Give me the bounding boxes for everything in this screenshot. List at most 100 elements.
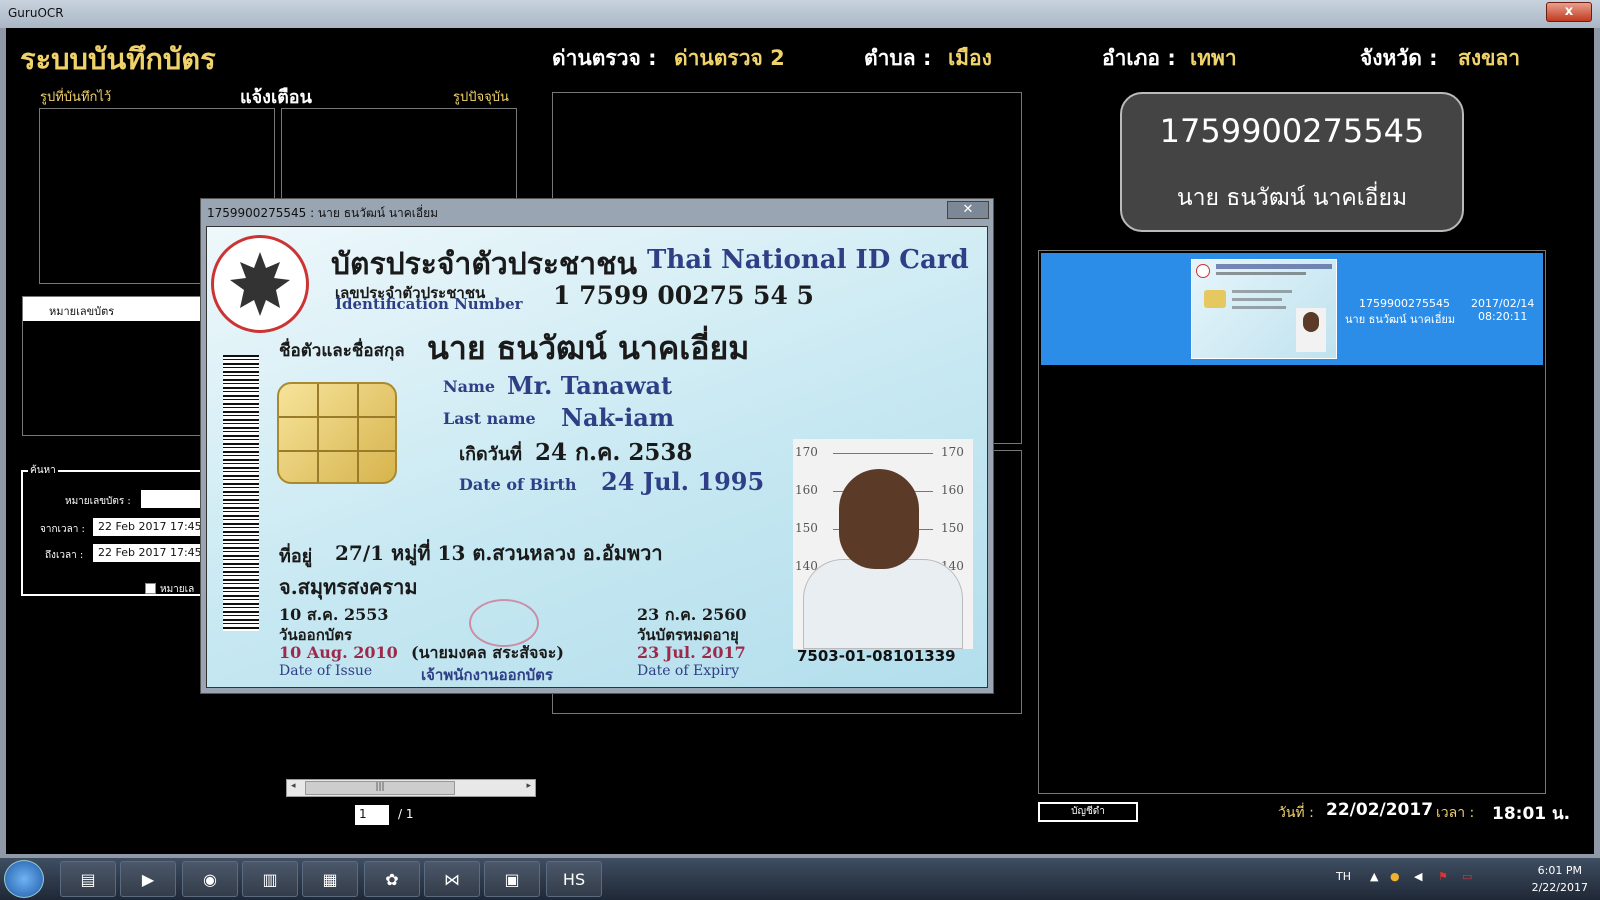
chart-app-icon[interactable]: ▥	[242, 861, 298, 897]
lastname-label-english: Last name	[443, 409, 536, 428]
title-bar: GuruOCR x	[0, 0, 1600, 28]
to-time-label: ถึงเวลา :	[45, 550, 84, 561]
address-line2: จ.สมุทรสงคราม	[279, 575, 418, 599]
idno-label-english: Identification Number	[335, 295, 523, 313]
card-title-english: Thai National ID Card	[647, 245, 969, 275]
photo-shirt	[803, 559, 963, 649]
blacklist-button[interactable]: บัญชีดำ	[1038, 802, 1138, 822]
page-number-input[interactable]: 1	[355, 805, 389, 825]
page-total: / 1	[398, 807, 414, 821]
search-legend: ค้นหา	[28, 463, 58, 478]
district-label: อำเภอ :	[1102, 46, 1176, 70]
issue-label-english: Date of Issue	[279, 663, 373, 679]
official-seal-icon	[469, 599, 539, 647]
system-clock[interactable]: 6:01 PM 2/22/2017	[1532, 862, 1588, 896]
checkpoint-label: ด่านตรวจ :	[552, 46, 657, 70]
page-title: ระบบบันทึกบัตร	[20, 42, 216, 76]
window-close-button[interactable]: x	[1546, 2, 1592, 22]
height-mark: 160	[795, 483, 818, 497]
document-icon[interactable]: ▣	[484, 861, 540, 897]
clock-date: 2/22/2017	[1531, 881, 1588, 894]
apps-grid-icon[interactable]: ▦	[302, 861, 358, 897]
time-value: 18:01 น.	[1492, 804, 1571, 824]
current-photo-label: รูปปัจจุบัน	[453, 90, 509, 105]
height-mark: 150	[941, 521, 964, 535]
action-center-flag-icon[interactable]: ⚑	[1438, 870, 1448, 883]
province-value: สงขลา	[1458, 46, 1521, 70]
language-indicator[interactable]: TH	[1336, 870, 1351, 883]
id-number: 1 7599 00275 54 5	[553, 281, 814, 310]
from-time-input[interactable]: 22 Feb 2017 17:45	[93, 518, 213, 536]
checkbox-label: หมายเล	[160, 584, 195, 595]
name-label-english: Name	[443, 377, 496, 396]
id-photo: 170 160 150 140 170 160 150 140	[793, 439, 973, 649]
height-mark: 170	[941, 445, 964, 459]
scroll-thumb[interactable]: |||	[305, 781, 455, 795]
garuda-emblem-icon	[211, 235, 309, 333]
idcard-panel-header: หมายเลขบัตร	[23, 297, 201, 321]
start-button-icon[interactable]	[4, 860, 44, 898]
district-value: เทพา	[1190, 46, 1237, 70]
list-item-id: 1759900275545	[1359, 297, 1450, 310]
officer-title: เจ้าพนักงานออกบัตร	[421, 666, 553, 684]
network-icon[interactable]: ▭	[1462, 870, 1472, 883]
id-card-dialog: 1759900275545 : นาย ธนวัฒน์ นาคเอี่ยม ✕ …	[200, 198, 994, 694]
time-label: เวลา :	[1436, 805, 1475, 821]
date-value: 22/02/2017	[1326, 800, 1434, 820]
id-display-name: นาย ธนวัฒน์ นาคเอี่ยม	[1176, 185, 1408, 211]
dialog-close-button[interactable]: ✕	[947, 201, 989, 219]
province-label: จังหวัด :	[1360, 46, 1438, 70]
saved-photo-label: รูปที่บันทึกไว้	[40, 90, 112, 105]
name-thai: นาย ธนวัฒน์ นาคเอี่ยม	[427, 329, 750, 367]
address-label: ที่อยู่	[279, 546, 313, 567]
barcode	[223, 355, 259, 631]
chrome-icon[interactable]: ◉	[182, 861, 238, 897]
dob-label-thai: เกิดวันที่	[459, 444, 523, 465]
lastname-english: Nak-iam	[561, 403, 675, 432]
to-time-input[interactable]: 22 Feb 2017 17:45	[93, 544, 213, 562]
scroll-left-icon[interactable]: ◂	[291, 781, 296, 791]
volume-icon[interactable]: ◀	[1414, 870, 1422, 883]
issue-date-english: 10 Aug. 2010	[279, 643, 398, 662]
id-display-number: 1759900275545	[1159, 112, 1425, 150]
id-card-image: บัตรประจำตัวประชาชน Thai National ID Car…	[206, 226, 988, 688]
card-serial: 7503-01-08101339	[797, 647, 956, 665]
warning-label: แจ้งเตือน	[240, 87, 312, 108]
subdistrict-value: เมือง	[948, 46, 992, 70]
list-item[interactable]: 1759900275545 นาย ธนวัฒน์ นาคเอี่ยม 2017…	[1041, 253, 1543, 365]
list-item-name: นาย ธนวัฒน์ นาคเอี่ยม	[1345, 313, 1456, 326]
height-mark: 150	[795, 521, 818, 535]
search-group: ค้นหา หมายเลขบัตร : จากเวลา : 22 Feb 201…	[21, 463, 261, 596]
settings-icon[interactable]: ✿	[364, 861, 420, 897]
address-line1: 27/1 หมู่ที่ 13 ต.สวนหลวง อ.อัมพวา	[335, 541, 663, 565]
card-thumbnail	[1191, 259, 1337, 359]
dialog-title: 1759900275545 : นาย ธนวัฒน์ นาคเอี่ยม	[207, 206, 439, 220]
from-time-label: จากเวลา :	[40, 524, 85, 535]
taskbar: ▤ ▶ ◉ ▥ ▦ ✿ ⋈ ▣ HS TH ▲ ● ◀ ⚑ ▭ 6:01 PM …	[0, 858, 1600, 900]
expiry-label-english: Date of Expiry	[637, 663, 740, 679]
record-list: 1759900275545 นาย ธนวัฒน์ นาคเอี่ยม 2017…	[1038, 250, 1546, 794]
visual-studio-icon[interactable]: ⋈	[424, 861, 480, 897]
tray-app-icon[interactable]: ●	[1390, 870, 1400, 883]
list-item-time: 08:20:11	[1478, 310, 1528, 323]
file-explorer-icon[interactable]: ▤	[60, 861, 116, 897]
window-title: GuruOCR	[8, 6, 64, 20]
date-label: วันที่ :	[1278, 805, 1314, 821]
id-display-panel: 1759900275545 นาย ธนวัฒน์ นาคเอี่ยม	[1120, 92, 1464, 232]
scroll-right-icon[interactable]: ▸	[526, 781, 531, 791]
list-item-datetime: 2017/02/14 08:20:11	[1471, 297, 1534, 323]
height-mark: 170	[795, 445, 818, 459]
hs-app-icon[interactable]: HS	[546, 861, 602, 897]
clock-time: 6:01 PM	[1537, 864, 1582, 877]
expiry-date-english: 23 Jul. 2017	[637, 643, 746, 662]
media-player-icon[interactable]: ▶	[120, 861, 176, 897]
tray-expand-icon[interactable]: ▲	[1370, 870, 1378, 883]
card-number-label: หมายเลขบัตร :	[65, 496, 131, 507]
list-item-date: 2017/02/14	[1471, 297, 1535, 310]
height-mark: 160	[941, 483, 964, 497]
horizontal-scrollbar[interactable]: ◂ ||| ▸	[286, 779, 536, 797]
dob-thai: 24 ก.ค. 2538	[535, 439, 693, 466]
dob-label-english: Date of Birth	[459, 475, 577, 494]
name-english: Mr. Tanawat	[507, 371, 673, 400]
card-number-checkbox[interactable]	[145, 583, 156, 594]
